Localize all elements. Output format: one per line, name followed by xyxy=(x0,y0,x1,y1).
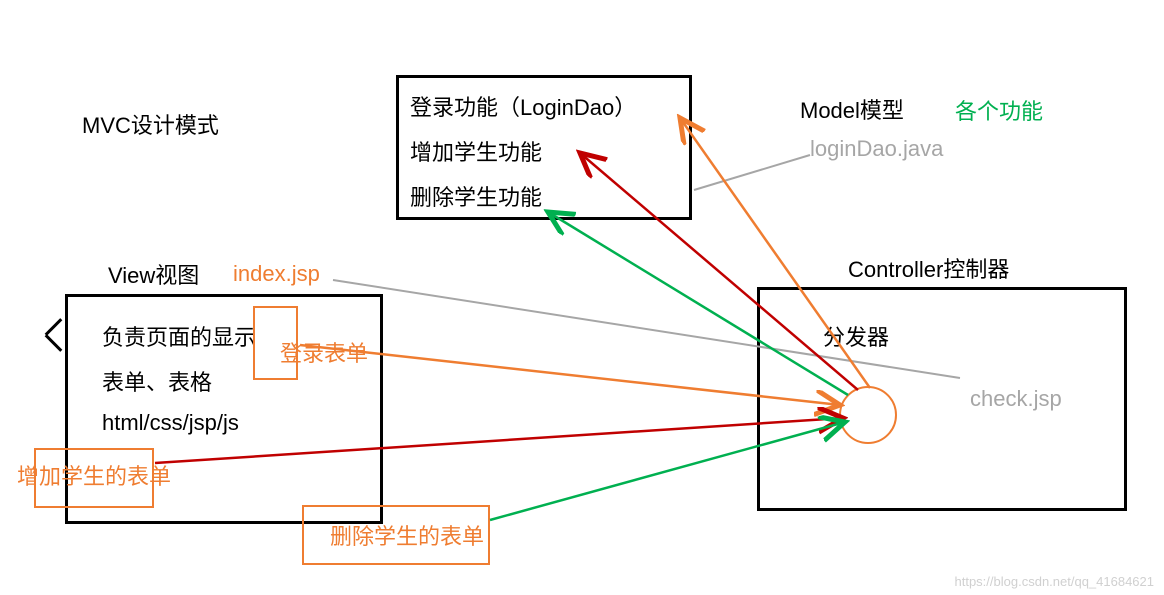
watermark: https://blog.csdn.net/qq_41684621 xyxy=(955,574,1155,589)
view-file: index.jsp xyxy=(233,261,320,287)
controller-heading: Controller控制器 xyxy=(848,252,1009,284)
controller-dispatcher: 分发器 xyxy=(823,320,889,352)
diagram-title: MVC设计模式 xyxy=(82,108,219,140)
add-form-label: 增加学生的表单 xyxy=(17,459,171,491)
delete-form-label: 删除学生的表单 xyxy=(330,519,484,551)
model-item-delete: 删除学生功能 xyxy=(410,180,542,212)
view-item-tech: html/css/jsp/js xyxy=(102,410,239,436)
model-item-login: 登录功能（LoginDao） xyxy=(410,90,636,122)
view-heading: View视图 xyxy=(108,258,199,290)
controller-file: check.jsp xyxy=(970,386,1062,412)
login-form-label: 登录表单 xyxy=(280,336,368,368)
model-heading: Model模型 xyxy=(800,93,904,125)
controller-box xyxy=(757,287,1127,511)
model-file: loginDao.java xyxy=(810,136,943,162)
model-annotation: 各个功能 xyxy=(955,94,1043,126)
view-item-forms: 表单、表格 xyxy=(102,365,212,397)
chevron-left-icon xyxy=(44,318,64,352)
model-item-add: 增加学生功能 xyxy=(410,135,542,167)
view-item-display: 负责页面的显示 xyxy=(102,320,256,352)
